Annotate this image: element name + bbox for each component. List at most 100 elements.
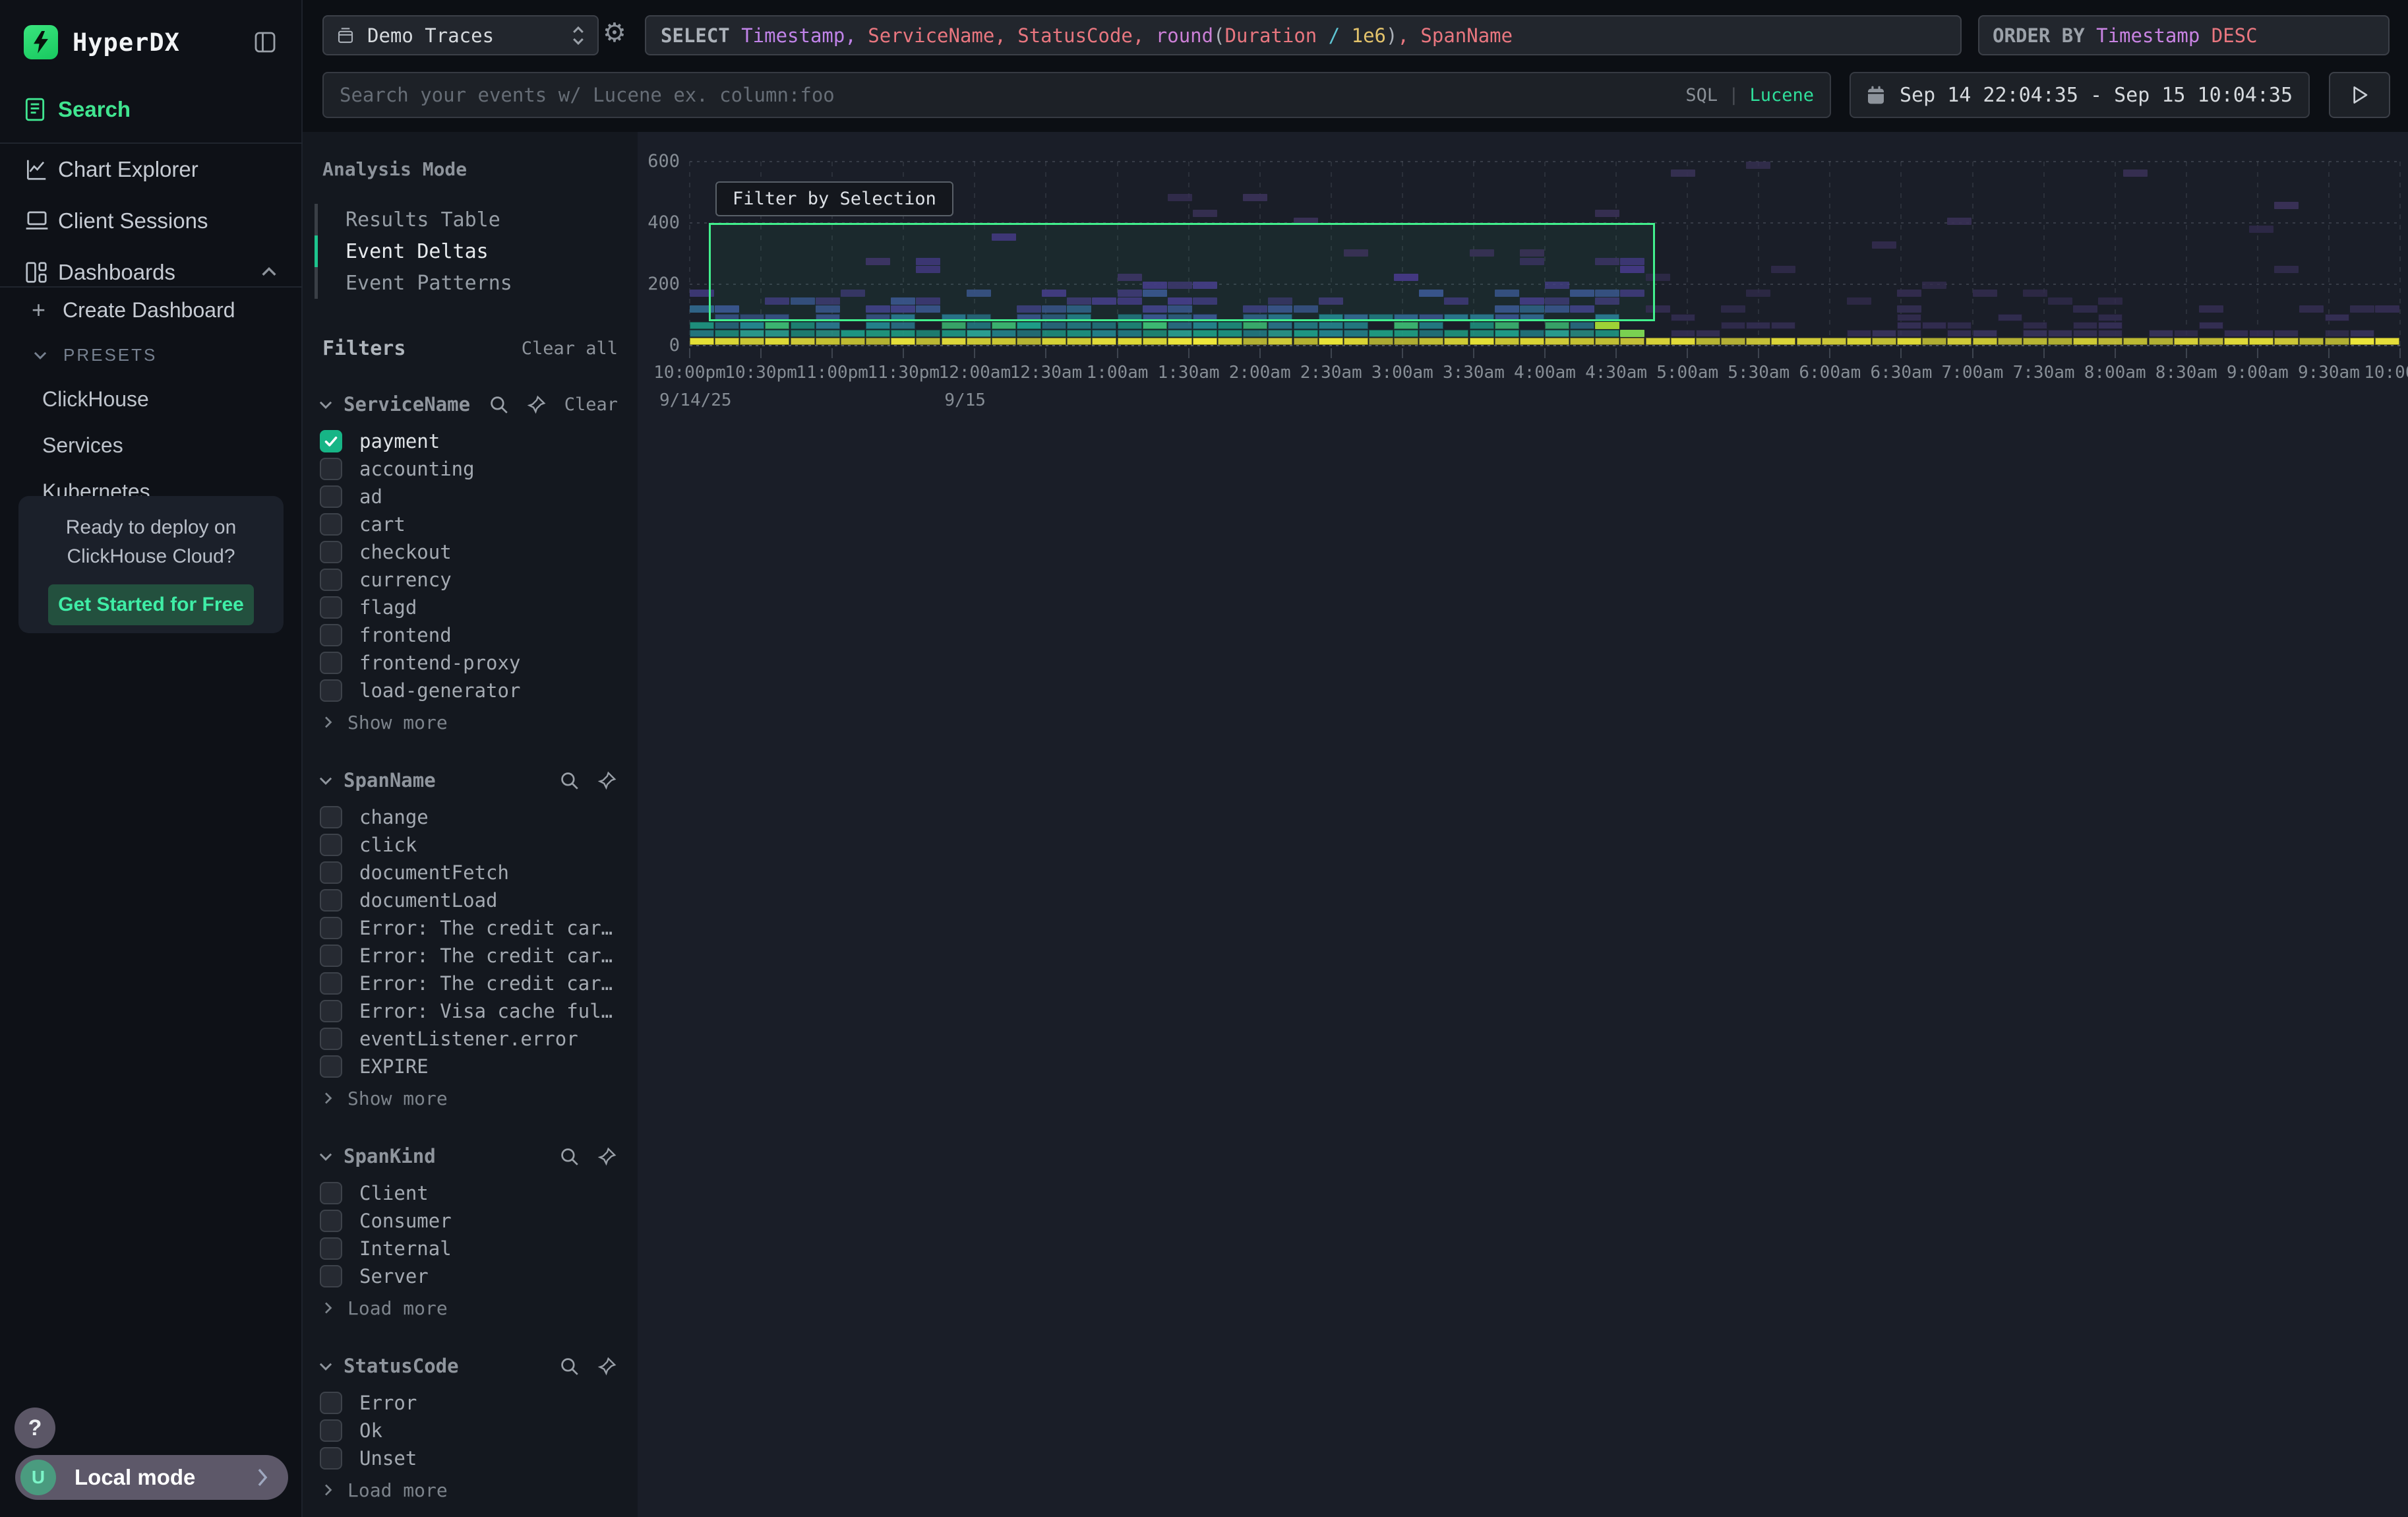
checkbox[interactable] (320, 1265, 342, 1287)
checkbox[interactable] (320, 679, 342, 702)
filter-option[interactable]: frontend (315, 621, 622, 649)
checkbox[interactable] (320, 1000, 342, 1022)
filter-by-selection-button[interactable]: Filter by Selection (715, 181, 953, 216)
checkbox[interactable] (320, 1447, 342, 1470)
filter-option[interactable]: ad (315, 483, 622, 511)
checkbox[interactable] (320, 944, 342, 967)
sidebar-item-create-dashboard[interactable]: +Create Dashboard (0, 286, 303, 334)
checkbox[interactable] (320, 1028, 342, 1050)
lucene-mode-toggle[interactable]: Lucene (1749, 85, 1814, 106)
filter-option[interactable]: Client (315, 1179, 622, 1207)
filter-option[interactable]: Error: The credit card (… (315, 914, 622, 942)
show-more-button[interactable]: Load more (315, 1294, 622, 1322)
checkbox[interactable] (320, 1210, 342, 1232)
filter-option[interactable]: Error: The credit card (… (315, 942, 622, 970)
search-input[interactable]: Search your events w/ Lucene ex. column:… (322, 72, 1831, 118)
filter-option[interactable]: accounting (315, 455, 622, 483)
filter-option[interactable]: change (315, 803, 622, 831)
filter-option[interactable]: Server (315, 1262, 622, 1290)
filter-option[interactable]: checkout (315, 538, 622, 566)
search-icon[interactable] (558, 770, 580, 791)
filter-option[interactable]: Error: The credit card (… (315, 970, 622, 997)
date-range-picker[interactable]: Sep 14 22:04:35 - Sep 15 10:04:35 (1850, 72, 2310, 118)
filter-option[interactable]: payment (315, 427, 622, 455)
show-more-button[interactable]: Show more (315, 1084, 622, 1112)
show-more-button[interactable]: Load more (315, 1476, 622, 1504)
chevron-down-icon[interactable] (317, 396, 334, 413)
checkbox[interactable] (320, 861, 342, 884)
sidebar-collapse-icon[interactable] (251, 28, 279, 56)
pin-icon[interactable] (597, 770, 618, 791)
help-button[interactable]: ? (15, 1408, 55, 1448)
sidebar-item-search[interactable]: Search (0, 84, 350, 135)
filter-option[interactable]: Error: Visa cache full: … (315, 997, 622, 1025)
filter-option[interactable]: Error (315, 1389, 622, 1417)
chevron-down-icon[interactable] (317, 772, 334, 789)
filter-option[interactable]: documentFetch (315, 859, 622, 886)
local-mode-pill[interactable]: U Local mode (15, 1455, 288, 1500)
checkbox[interactable] (320, 1237, 342, 1260)
filter-option[interactable]: currency (315, 566, 622, 594)
checkbox[interactable] (320, 485, 342, 508)
sidebar-preset-services[interactable]: Services (0, 422, 303, 468)
filter-option[interactable]: click (315, 831, 622, 859)
checkbox[interactable] (320, 513, 342, 536)
gear-icon[interactable]: ⚙ (603, 20, 626, 46)
clear-all-button[interactable]: Clear all (522, 338, 618, 359)
search-icon[interactable] (558, 1146, 580, 1167)
pin-icon[interactable] (526, 394, 547, 415)
checkbox[interactable] (320, 596, 342, 619)
checkbox[interactable] (320, 624, 342, 646)
pin-icon[interactable] (597, 1146, 618, 1167)
search-icon[interactable] (558, 1355, 580, 1377)
filter-option[interactable]: cart (315, 511, 622, 538)
checkbox[interactable] (320, 1392, 342, 1414)
checkbox[interactable] (320, 569, 342, 591)
filter-option[interactable]: EXPIRE (315, 1053, 622, 1080)
checkbox[interactable] (320, 889, 342, 912)
checkbox[interactable] (320, 1055, 342, 1078)
heatmap-cell (967, 338, 991, 345)
sql-select-editor[interactable]: SELECT Timestamp, ServiceName, StatusCod… (645, 15, 1962, 55)
pin-icon[interactable] (597, 1355, 618, 1377)
chevron-down-icon[interactable] (317, 1148, 334, 1165)
filter-option[interactable]: documentLoad (315, 886, 622, 914)
sidebar-preset-clickhouse[interactable]: ClickHouse (0, 376, 303, 422)
mode-item-event-patterns[interactable]: Event Patterns (315, 267, 622, 299)
sidebar-item-chart-explorer[interactable]: Chart Explorer (0, 144, 303, 195)
get-started-button[interactable]: Get Started for Free (48, 584, 254, 625)
checkbox[interactable] (320, 652, 342, 674)
chevron-down-icon[interactable] (317, 1357, 334, 1375)
checkbox[interactable] (320, 834, 342, 856)
filter-option[interactable]: flagd (315, 594, 622, 621)
filter-option[interactable]: eventListener.error (315, 1025, 622, 1053)
filter-option[interactable]: Internal (315, 1235, 622, 1262)
show-more-button[interactable]: Show more (315, 708, 622, 736)
sidebar-presets-toggle[interactable]: PRESETS (0, 334, 303, 376)
checkbox[interactable] (320, 972, 342, 995)
checkbox[interactable] (320, 1419, 342, 1442)
selection-rectangle[interactable] (709, 223, 1655, 321)
sidebar-item-client-sessions[interactable]: Client Sessions (0, 195, 303, 247)
filter-option[interactable]: Unset (315, 1444, 622, 1472)
checkbox[interactable] (320, 458, 342, 480)
sql-mode-toggle[interactable]: SQL (1685, 85, 1718, 106)
order-by-editor[interactable]: ORDER BY Timestamp DESC (1978, 15, 2390, 55)
run-query-button[interactable] (2329, 72, 2390, 118)
filter-option[interactable]: Consumer (315, 1207, 622, 1235)
source-select[interactable]: Demo Traces (322, 15, 599, 55)
heatmap-cell (2023, 322, 2047, 329)
checkbox-checked[interactable] (320, 430, 342, 452)
mode-item-results-table[interactable]: Results Table (315, 204, 622, 235)
clear-filter-button[interactable]: Clear (564, 394, 618, 415)
filter-option[interactable]: frontend-proxy (315, 649, 622, 677)
checkbox[interactable] (320, 541, 342, 563)
checkbox[interactable] (320, 917, 342, 939)
search-icon[interactable] (488, 394, 509, 415)
heatmap-cell (816, 322, 840, 329)
mode-item-event-deltas[interactable]: Event Deltas (315, 235, 622, 267)
filter-option[interactable]: Ok (315, 1417, 622, 1444)
checkbox[interactable] (320, 806, 342, 828)
filter-option[interactable]: load-generator (315, 677, 622, 704)
checkbox[interactable] (320, 1182, 342, 1204)
